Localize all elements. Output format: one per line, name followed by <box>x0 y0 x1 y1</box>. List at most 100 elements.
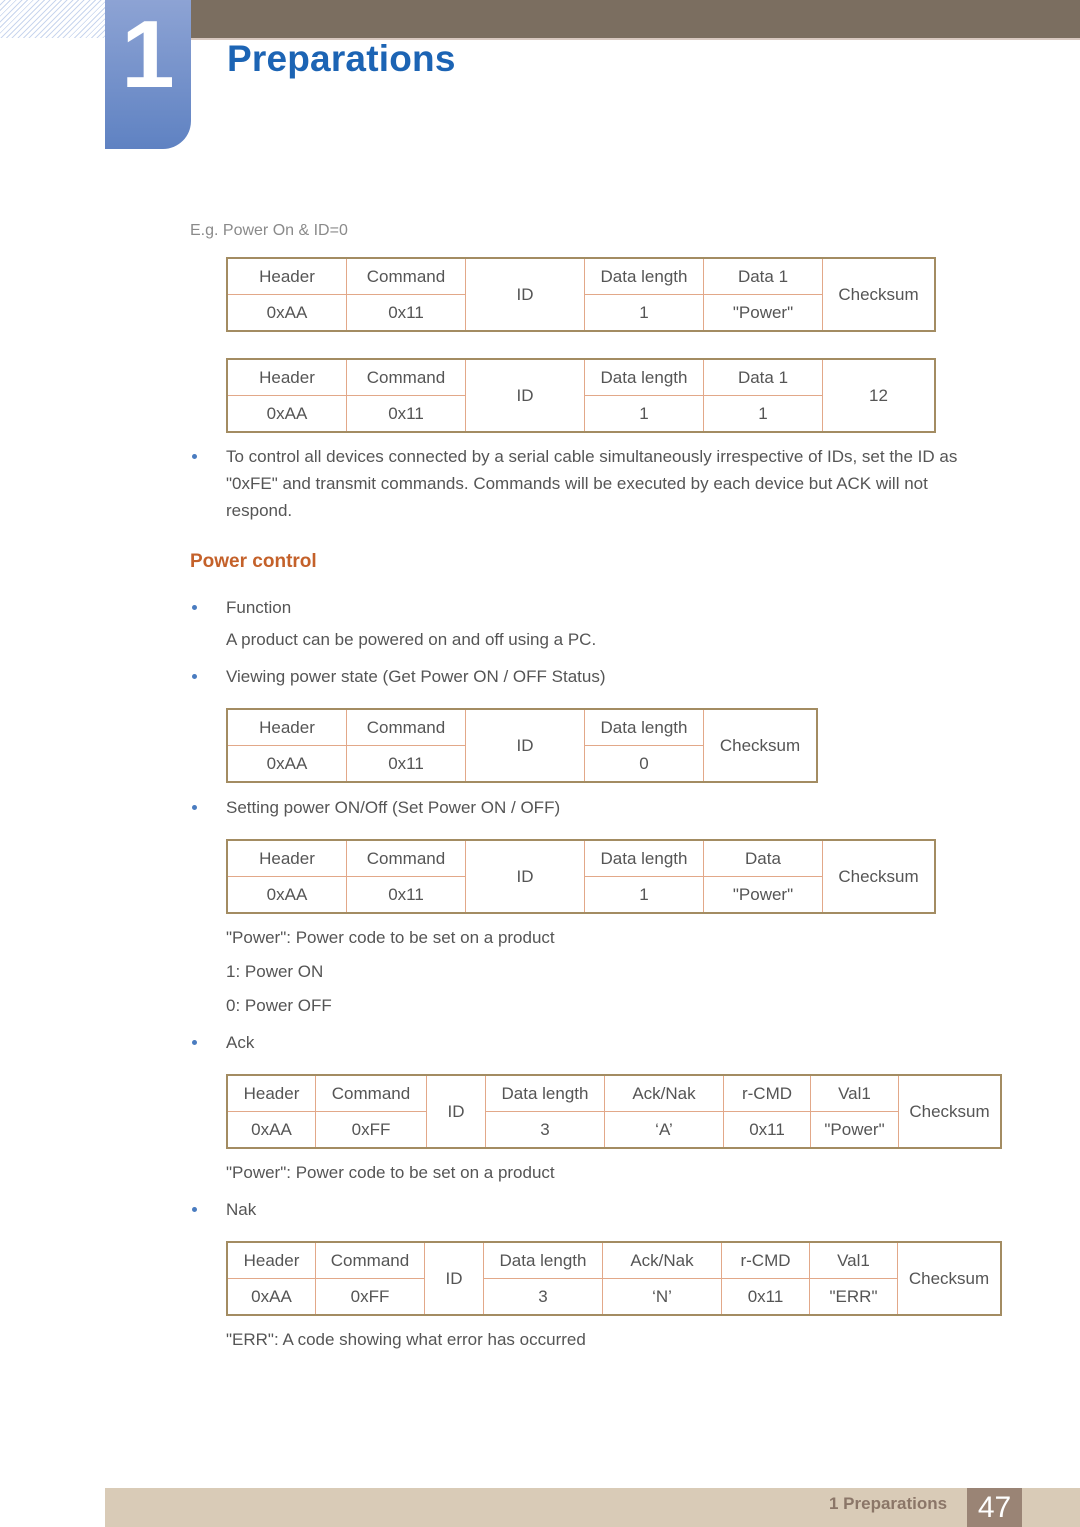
th-command: Command <box>315 1075 427 1112</box>
note-power-off: 0: Power OFF <box>226 996 332 1015</box>
decorative-stripes <box>0 0 106 38</box>
cell-header: 0xAA <box>227 1278 316 1315</box>
bullet-function-text: Function <box>226 598 292 617</box>
cell-data-length: 0 <box>584 745 704 782</box>
cell-checksum: 12 <box>822 359 935 433</box>
cell-data: "Power" <box>703 876 823 913</box>
bullet-broadcast: To control all devices connected by a se… <box>192 443 996 524</box>
cell-val1: "ERR" <box>809 1278 898 1315</box>
th-id: ID <box>465 709 585 783</box>
bullet-dot-icon <box>192 605 197 610</box>
bullet-nak-text: Nak <box>226 1200 257 1219</box>
bullet-ack-text: Ack <box>226 1033 255 1052</box>
cell-val1: "Power" <box>810 1111 899 1148</box>
th-data-length: Data length <box>584 258 704 295</box>
bullet-ack: Ack <box>192 1029 255 1056</box>
chapter-number: 1 <box>121 1 175 108</box>
note-power-code-ack: "Power": Power code to be set on a produ… <box>226 1163 555 1182</box>
function-description: A product can be powered on and off usin… <box>226 630 597 649</box>
cell-data1: "Power" <box>703 294 823 331</box>
th-data1: Data 1 <box>703 258 823 295</box>
th-data-length: Data length <box>584 709 704 746</box>
th-header: Header <box>227 1075 316 1112</box>
cell-command: 0xFF <box>315 1278 425 1315</box>
th-id: ID <box>465 258 585 332</box>
chapter-number-tab: 1 <box>105 0 191 149</box>
th-checksum: Checksum <box>898 1075 1001 1149</box>
cell-header: 0xAA <box>227 745 347 782</box>
bullet-function: Function <box>192 594 292 621</box>
note-power-code: "Power": Power code to be set on a produ… <box>226 928 555 947</box>
cell-data-length: 1 <box>584 876 704 913</box>
th-val1: Val1 <box>809 1242 898 1279</box>
cell-header: 0xAA <box>227 294 347 331</box>
cell-data-length: 1 <box>584 395 704 432</box>
th-val1: Val1 <box>810 1075 899 1112</box>
th-checksum: Checksum <box>703 709 817 783</box>
cell-r-cmd: 0x11 <box>721 1278 810 1315</box>
bullet-broadcast-text: To control all devices connected by a se… <box>226 447 958 520</box>
th-header: Header <box>227 359 347 396</box>
bullet-dot-icon <box>192 674 197 679</box>
bullet-setting: Setting power ON/Off (Set Power ON / OFF… <box>192 794 561 821</box>
cell-command: 0x11 <box>346 745 466 782</box>
page-number: 47 <box>967 1488 1022 1527</box>
bullet-viewing-text: Viewing power state (Get Power ON / OFF … <box>226 667 606 686</box>
example-table-2: Header Command ID Data length Data 1 12 … <box>226 358 936 433</box>
th-checksum: Checksum <box>897 1242 1001 1316</box>
th-data: Data <box>703 840 823 877</box>
note-power-on: 1: Power ON <box>226 962 324 981</box>
bullet-dot-icon <box>192 1040 197 1045</box>
nak-table: Header Command ID Data length Ack/Nak r-… <box>226 1241 1002 1316</box>
ack-table: Header Command ID Data length Ack/Nak r-… <box>226 1074 1002 1149</box>
cell-data1: 1 <box>703 395 823 432</box>
chapter-title: Preparations <box>227 38 456 79</box>
th-ack-nak: Ack/Nak <box>602 1242 722 1279</box>
th-header: Header <box>227 709 347 746</box>
th-data1: Data 1 <box>703 359 823 396</box>
bullet-setting-text: Setting power ON/Off (Set Power ON / OFF… <box>226 798 561 817</box>
th-header: Header <box>227 1242 316 1279</box>
bullet-dot-icon <box>192 1207 197 1212</box>
cell-header: 0xAA <box>227 395 347 432</box>
th-command: Command <box>315 1242 425 1279</box>
bullet-dot-icon <box>192 454 197 459</box>
cell-command: 0x11 <box>346 294 466 331</box>
th-header: Header <box>227 258 347 295</box>
cell-command: 0xFF <box>315 1111 427 1148</box>
note-err-code: "ERR": A code showing what error has occ… <box>226 1330 586 1349</box>
cell-ack-nak: ‘N’ <box>602 1278 722 1315</box>
th-header: Header <box>227 840 347 877</box>
cell-command: 0x11 <box>346 395 466 432</box>
cell-r-cmd: 0x11 <box>723 1111 811 1148</box>
cell-data-length: 1 <box>584 294 704 331</box>
th-command: Command <box>346 840 466 877</box>
th-data-length: Data length <box>584 840 704 877</box>
bullet-dot-icon <box>192 805 197 810</box>
cell-ack-nak: ‘A’ <box>604 1111 724 1148</box>
th-r-cmd: r-CMD <box>723 1075 811 1112</box>
th-id: ID <box>424 1242 484 1316</box>
cell-data-length: 3 <box>483 1278 603 1315</box>
cell-header: 0xAA <box>227 876 347 913</box>
th-command: Command <box>346 258 466 295</box>
section-heading-power-control: Power control <box>190 551 317 572</box>
th-id: ID <box>426 1075 486 1149</box>
get-power-table: Header Command ID Data length Checksum 0… <box>226 708 818 783</box>
th-checksum: Checksum <box>822 840 935 914</box>
header-bar <box>190 0 1080 40</box>
th-command: Command <box>346 709 466 746</box>
cell-data-length: 3 <box>485 1111 605 1148</box>
cell-header: 0xAA <box>227 1111 316 1148</box>
set-power-table: Header Command ID Data length Data Check… <box>226 839 936 914</box>
example-table-1: Header Command ID Data length Data 1 Che… <box>226 257 936 332</box>
bullet-nak: Nak <box>192 1196 257 1223</box>
th-data-length: Data length <box>584 359 704 396</box>
th-id: ID <box>465 840 585 914</box>
th-ack-nak: Ack/Nak <box>604 1075 724 1112</box>
footer-section-label: 1 Preparations <box>829 1494 948 1513</box>
bullet-viewing: Viewing power state (Get Power ON / OFF … <box>192 663 606 690</box>
th-data-length: Data length <box>483 1242 603 1279</box>
th-id: ID <box>465 359 585 433</box>
example-caption: E.g. Power On & ID=0 <box>190 222 348 239</box>
